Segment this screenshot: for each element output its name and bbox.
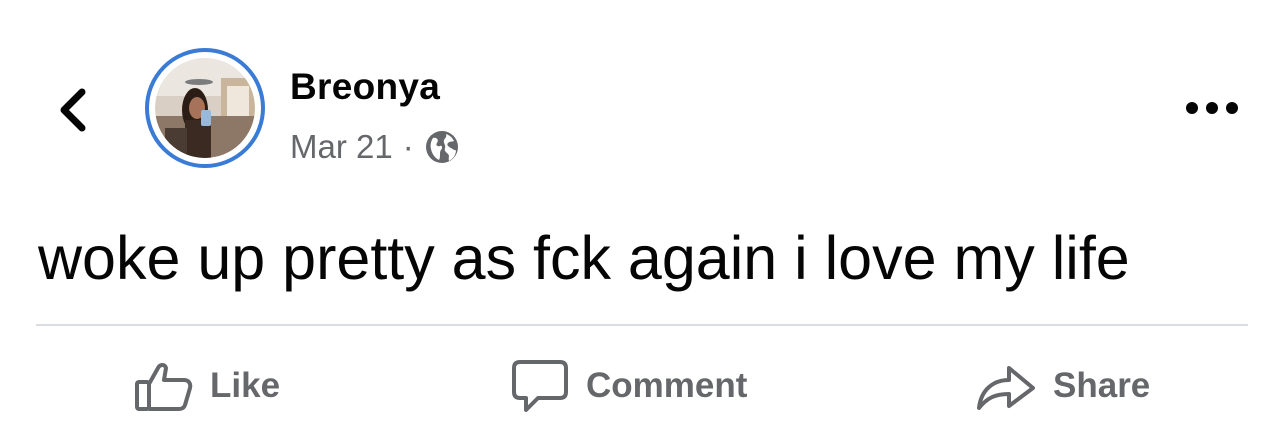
- more-horizontal-icon: [1186, 102, 1238, 114]
- more-options-button[interactable]: [1180, 88, 1244, 128]
- back-button[interactable]: [44, 80, 100, 140]
- like-label: Like: [210, 366, 281, 405]
- globe-icon: [425, 131, 458, 163]
- share-arrow-icon: [977, 366, 1035, 410]
- comment-bubble-icon: [512, 360, 568, 412]
- post-meta: Mar 21 ·: [290, 128, 460, 166]
- author-name[interactable]: Breonya: [290, 66, 440, 108]
- profile-photo: [155, 58, 255, 158]
- post-text: woke up pretty as fck again i love my li…: [38, 224, 1130, 292]
- like-button[interactable]: Like: [134, 350, 280, 422]
- share-button[interactable]: Share: [975, 350, 1150, 422]
- avatar[interactable]: [145, 48, 265, 168]
- thumbs-up-icon: [135, 363, 193, 411]
- action-bar: Like Comment Share: [0, 350, 1283, 422]
- share-label: Share: [1053, 366, 1151, 405]
- comment-button[interactable]: Comment: [510, 350, 747, 422]
- divider: [36, 324, 1248, 326]
- chevron-left-icon: [60, 88, 86, 132]
- post-date[interactable]: Mar 21: [290, 128, 393, 166]
- meta-separator: ·: [402, 128, 414, 165]
- comment-label: Comment: [586, 366, 748, 405]
